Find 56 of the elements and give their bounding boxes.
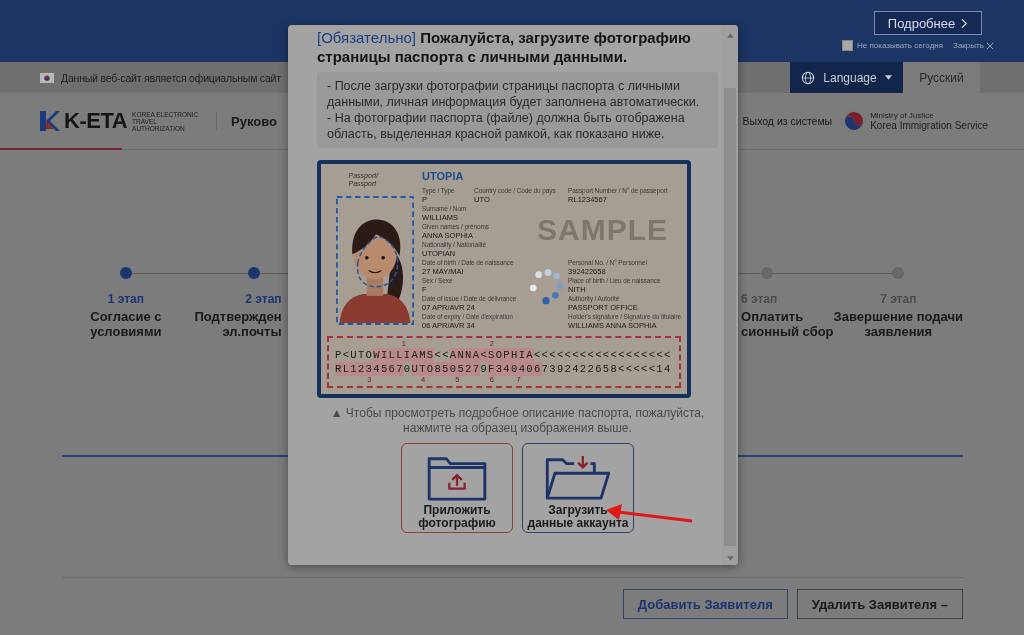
logo-text: K-ETA: [64, 108, 128, 134]
mrz-text: 850527: [434, 362, 481, 376]
step-label: условиями: [90, 324, 162, 339]
dialog-title: [Обязательно] Пожалуйста, загрузите фотографию страницы паспорта с личными данными.: [317, 28, 692, 66]
language-option[interactable]: Русский: [903, 62, 980, 93]
service-name: Korea Immigration Service: [870, 120, 988, 131]
mrz-text: 9: [480, 362, 489, 376]
mrz-text: P<UTO: [335, 348, 374, 362]
nav-link[interactable]: Руково: [231, 113, 278, 129]
scroll-down-icon: [726, 556, 734, 561]
attach-photo-button[interactable]: Приложить фотографию: [401, 443, 513, 533]
mrz-text: <<: [434, 348, 450, 362]
language-dropdown[interactable]: Language: [790, 62, 903, 93]
globe-icon: [801, 70, 816, 85]
close-link[interactable]: Закрыть: [953, 41, 994, 50]
step-label: Завершение подачи: [833, 309, 963, 324]
mrz-text: <<<<<<<<<<<<<<<<<<: [533, 348, 672, 362]
remove-applicant-button[interactable]: Удалить Заявителя –: [796, 589, 963, 619]
step-label: сионный сбор: [741, 324, 834, 339]
folder-upload-icon: [426, 454, 488, 502]
more-button[interactable]: Подробнее: [874, 11, 982, 35]
mrz-text: F: [488, 362, 496, 376]
caption-text: ▲ Чтобы просмотреть подробное описание паспорта, пожалуйста, нажмите на образец изображения выше.: [329, 406, 706, 436]
logout-link[interactable]: Выход из системы: [742, 115, 833, 127]
checkbox-label: Не показывать сегодня: [857, 41, 944, 50]
mrz-text: 0: [403, 362, 412, 376]
step-label: Оплатить: [741, 309, 804, 324]
mrz-text: WILLIAMS: [373, 348, 435, 362]
checkbox[interactable]: [842, 40, 853, 51]
add-applicant-button[interactable]: Добавить Заявителя: [622, 589, 788, 619]
note-text: - После загрузки фотографии страницы паспорта с личными данными, личная информация будет заполнена автоматически.: [327, 78, 701, 110]
caret-down-icon: [884, 75, 892, 80]
step-number: 1 этап: [107, 292, 145, 306]
close-icon: [985, 41, 994, 50]
step-label: Подтвержден: [194, 309, 282, 324]
notice-text: Данный веб-сайт является официальным сайт: [61, 71, 281, 84]
scroll-up-icon: [726, 33, 734, 38]
chevron-right-icon: [961, 17, 969, 29]
flag-icon: [40, 72, 54, 83]
scrollbar[interactable]: [722, 25, 738, 565]
mrz-text: 7392422658<<<<<14: [541, 362, 672, 376]
k-logo-icon: [40, 111, 60, 131]
step-label: эл.почты: [222, 324, 282, 339]
mrz-text: 340406: [495, 362, 542, 376]
step-number: 2 этап: [245, 292, 282, 306]
passport-sample[interactable]: [317, 160, 691, 398]
mrz-text: ANNA<SOPHIA: [449, 348, 534, 362]
step-label: Согласие с: [90, 309, 162, 324]
folder-download-icon: [544, 454, 612, 502]
passport-country: UTOPIA: [422, 170, 465, 182]
note-text: - На фотографии паспорта (файле) должна быть отображена область, выделенная красной рамкой, как показано ниже.: [327, 110, 686, 142]
mrz-text: UTO: [411, 362, 435, 376]
ministry-name: Ministry of Justice: [870, 111, 935, 120]
load-account-button[interactable]: Загрузить данные аккаунта: [522, 443, 634, 533]
step-label: заявления: [864, 324, 933, 339]
mrz-text: RL1234567: [335, 362, 404, 376]
